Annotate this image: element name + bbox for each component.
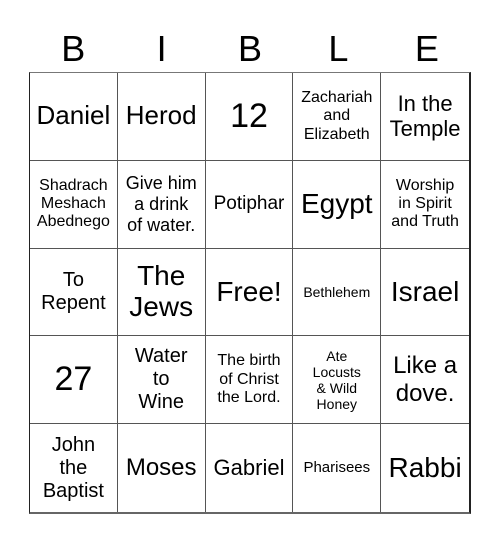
cell-text: Shadrach Meshach Abednego <box>36 176 110 231</box>
bingo-cell[interactable]: Herod <box>117 73 206 161</box>
cell-text: Moses <box>125 454 197 482</box>
cell-text: Water to Wine <box>134 345 188 414</box>
header-letter-l: L <box>328 28 349 69</box>
cell-text: In the Temple <box>389 91 461 142</box>
bingo-cell[interactable]: The Jews <box>117 248 206 337</box>
bingo-cell[interactable]: Like a dove. <box>381 336 469 425</box>
bingo-cell[interactable]: Daniel <box>30 73 118 161</box>
cell-text: To Repent <box>41 268 106 314</box>
bingo-cell[interactable]: 27 <box>30 336 118 425</box>
cell-text: The Jews <box>129 260 194 322</box>
bingo-cell[interactable]: Water to Wine <box>117 336 206 425</box>
cell-text: Zachariah and Elizabeth <box>301 88 373 143</box>
cell-text: Ate Locusts & Wild Honey <box>312 347 361 412</box>
cell-text: Herod <box>125 100 197 131</box>
bingo-cell[interactable]: John the Baptist <box>30 424 118 512</box>
cell-text: Bethlehem <box>303 283 371 300</box>
cell-text: 27 <box>54 360 93 399</box>
bingo-cell[interactable]: In the Temple <box>381 73 469 161</box>
bingo-cell[interactable]: Give him a drink of water. <box>117 160 206 249</box>
cell-text: John the Baptist <box>42 433 104 502</box>
bingo-header: B I B L E <box>29 26 471 72</box>
cell-text: Free! <box>216 275 282 307</box>
header-letter-e: E <box>414 28 439 69</box>
bingo-cell[interactable]: Bethlehem <box>293 248 382 337</box>
bingo-cell[interactable]: To Repent <box>30 248 118 337</box>
cell-text: Like a dove. <box>393 352 458 407</box>
bingo-cell[interactable]: Israel <box>381 249 469 337</box>
cell-text: Worship in Spirit and Truth <box>391 176 459 231</box>
bingo-cell[interactable]: Shadrach Meshach Abednego <box>30 160 118 249</box>
cell-text: 12 <box>230 96 268 135</box>
bingo-cell[interactable]: Zachariah and Elizabeth <box>293 73 382 161</box>
header-letter-b2: B <box>238 28 263 69</box>
cell-text: Potiphar <box>213 193 285 215</box>
bingo-cell[interactable]: Egypt <box>293 160 382 249</box>
cell-text: Egypt <box>300 187 373 219</box>
cell-text: Rabbi <box>388 451 462 483</box>
bingo-cell[interactable]: 12 <box>205 73 294 161</box>
bingo-cell[interactable]: The birth of Christ the Lord. <box>205 336 294 425</box>
bingo-cell[interactable]: Ate Locusts & Wild Honey <box>293 336 382 425</box>
cell-text: Pharisees <box>303 459 371 477</box>
bingo-cell[interactable]: Rabbi <box>381 424 469 512</box>
header-letter-i: I <box>156 28 167 69</box>
bingo-cell[interactable]: Potiphar <box>205 160 294 249</box>
cell-text: Gabriel <box>213 455 285 481</box>
header-letter-b: B <box>61 28 86 69</box>
cell-text: Daniel <box>36 100 111 131</box>
cell-text: Give him a drink of water. <box>125 173 197 235</box>
free-space-cell[interactable]: Free! <box>205 248 294 337</box>
bingo-cell[interactable]: Pharisees <box>293 424 382 512</box>
cell-text: Israel <box>390 275 460 307</box>
cell-text: The birth of Christ the Lord. <box>217 352 281 406</box>
bingo-cell[interactable]: Gabriel <box>206 424 294 512</box>
bingo-cell[interactable]: Worship in Spirit and Truth <box>381 161 469 249</box>
bingo-card-grid: Daniel Herod 12 Zachariah and Elizabeth … <box>29 72 471 514</box>
bingo-cell[interactable]: Moses <box>118 424 206 512</box>
